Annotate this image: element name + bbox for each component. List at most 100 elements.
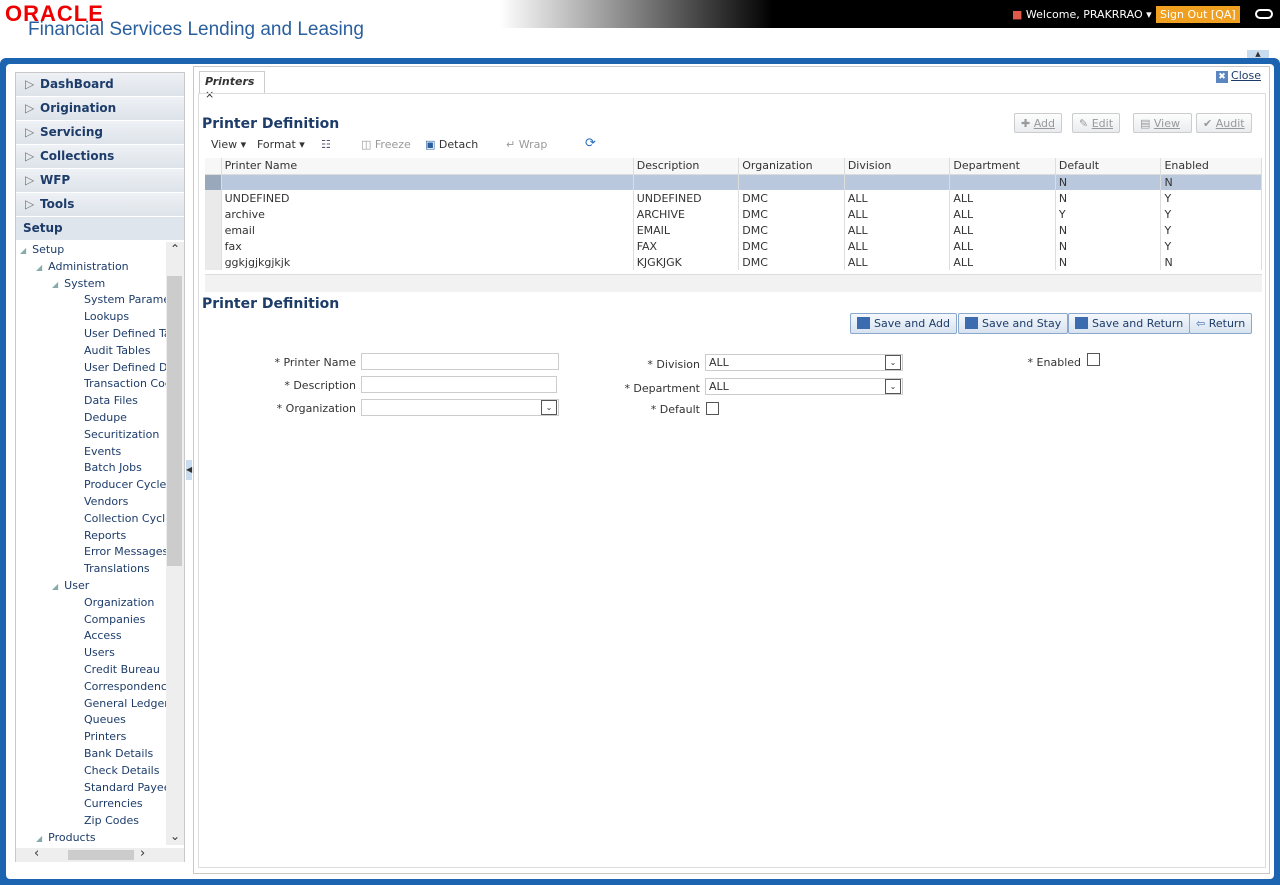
row-header[interactable]	[205, 190, 222, 206]
sidebar-section-setup[interactable]: Setup	[16, 217, 184, 241]
tree-item[interactable]: Bank Details	[16, 746, 166, 763]
column-header[interactable]: Division	[844, 158, 951, 175]
sidebar-section-origination[interactable]: ▷ Origination	[16, 97, 184, 121]
save-and-return-button[interactable]: Save and Return	[1068, 313, 1191, 334]
expanded-triangle-icon: ◢	[52, 279, 59, 289]
save-and-stay-button[interactable]: Save and Stay	[958, 313, 1069, 334]
row-header[interactable]	[205, 254, 222, 270]
sidebar-section-servicing[interactable]: ▷ Servicing	[16, 121, 184, 145]
tree-item[interactable]: General Ledger	[16, 696, 166, 713]
tree-item[interactable]: Credit Bureau	[16, 662, 166, 679]
table-cell: Y	[1055, 206, 1162, 222]
refresh-icon[interactable]: ⟳	[585, 136, 596, 151]
sidebar-section-collections[interactable]: ▷ Collections	[16, 145, 184, 169]
table-cell: DMC	[738, 222, 845, 238]
printer-name-input[interactable]	[361, 353, 559, 370]
tree-item[interactable]: Users	[16, 645, 166, 662]
table-row[interactable]: NN	[205, 174, 1262, 190]
tree-item[interactable]: Lookups	[16, 309, 166, 326]
tree-item[interactable]: Access	[16, 628, 166, 645]
division-select[interactable]: ALL ⌄	[705, 354, 903, 371]
column-header[interactable]: Department	[949, 158, 1056, 175]
tree-item[interactable]: Producer Cycles	[16, 477, 166, 494]
tree-item[interactable]: Events	[16, 444, 166, 461]
tree-item[interactable]: ◢ Setup	[16, 242, 166, 259]
tree-item[interactable]: User Defined Tables	[16, 326, 166, 343]
tree-item[interactable]: Data Files	[16, 393, 166, 410]
tree-item[interactable]: Companies	[16, 612, 166, 629]
view-menu[interactable]: View ▾	[211, 138, 246, 151]
query-by-example-icon[interactable]: ☷	[321, 138, 331, 151]
sidebar-section-dashboard[interactable]: ▷ DashBoard	[16, 73, 184, 97]
enabled-label: * Enabled	[1027, 356, 1081, 369]
audit-button[interactable]: ✔ Audit	[1196, 113, 1252, 133]
tree-item[interactable]: Transaction Codes	[16, 376, 166, 393]
table-row[interactable]: fax FAX DMC ALL ALL N Y	[205, 238, 1262, 254]
tree-item[interactable]: Reports	[16, 528, 166, 545]
tree-item[interactable]: Correspondence	[16, 679, 166, 696]
tree-item[interactable]: Currencies	[16, 796, 166, 813]
sidebar-section-wfp[interactable]: ▷ WFP	[16, 169, 184, 193]
tree-item[interactable]: User Defined Default	[16, 360, 166, 377]
collapse-sidebar-button[interactable]: ◀	[186, 460, 192, 480]
column-header[interactable]: Organization	[738, 158, 845, 175]
tree-item[interactable]: ◢ Products	[16, 830, 166, 845]
tree-item[interactable]: Audit Tables	[16, 343, 166, 360]
tree-item[interactable]: System Parameters	[16, 292, 166, 309]
tree-item[interactable]: Check Details	[16, 763, 166, 780]
collapse-header-button[interactable]: ▲	[1247, 50, 1269, 58]
save-and-add-button[interactable]: Save and Add	[850, 313, 957, 334]
tree-item[interactable]: ◢ System	[16, 276, 166, 293]
close-button[interactable]: ✖ Close	[1216, 69, 1261, 83]
freeze-button[interactable]: ◫ Freeze	[361, 138, 411, 151]
add-button[interactable]: ✚ Add	[1014, 113, 1063, 133]
tree-item[interactable]: Translations	[16, 561, 166, 578]
organization-select[interactable]: ⌄	[361, 399, 559, 416]
tree-item[interactable]: Securitization	[16, 427, 166, 444]
sidebar-section-tools[interactable]: ▷ Tools	[16, 193, 184, 217]
row-header[interactable]	[205, 238, 222, 254]
tree-item[interactable]: ◢ Administration	[16, 259, 166, 276]
user-menu[interactable]: ■ Welcome, PRAKRRAO ▾	[1012, 8, 1152, 21]
tree-item[interactable]: Standard Payees	[16, 780, 166, 797]
table-row[interactable]: archive ARCHIVE DMC ALL ALL Y Y	[205, 206, 1262, 222]
tree-item[interactable]: Queues	[16, 712, 166, 729]
row-header[interactable]	[205, 174, 222, 190]
row-header[interactable]	[205, 222, 222, 238]
table-row[interactable]: ggkjgjkgjkjk KJGKJGK DMC ALL ALL N N	[205, 254, 1262, 270]
wrap-button[interactable]: ↵ Wrap	[506, 138, 547, 151]
tree-item[interactable]: Error Messages	[16, 544, 166, 561]
tree-item-label: Credit Bureau	[84, 662, 160, 676]
tree-item[interactable]: Collection Cycles	[16, 511, 166, 528]
department-select[interactable]: ALL ⌄	[705, 378, 903, 395]
tree-item-label: Setup	[32, 243, 65, 256]
tree-horizontal-scrollbar[interactable]: ‹ ›	[16, 846, 184, 862]
tree-item[interactable]: Printers	[16, 729, 166, 746]
format-menu[interactable]: Format ▾	[257, 138, 305, 151]
view-button[interactable]: ▤ View	[1133, 113, 1192, 133]
tree-vertical-scrollbar[interactable]: ⌃ ⌄	[166, 242, 184, 845]
description-input[interactable]	[361, 376, 557, 393]
edit-button[interactable]: ✎ Edit	[1072, 113, 1121, 133]
table-row[interactable]: email EMAIL DMC ALL ALL N Y	[205, 222, 1262, 238]
tree-item[interactable]: Vendors	[16, 494, 166, 511]
save-icon	[965, 317, 978, 329]
tree-item[interactable]: Dedupe	[16, 410, 166, 427]
column-header[interactable]: Enabled	[1160, 158, 1262, 175]
default-checkbox[interactable]	[706, 402, 719, 415]
column-header[interactable]: Printer Name	[221, 158, 634, 175]
return-button[interactable]: ⇦ Return	[1189, 313, 1253, 334]
tab-printers[interactable]: Printers ×	[199, 71, 265, 101]
tree-item[interactable]: Zip Codes	[16, 813, 166, 830]
table-row[interactable]: UNDEFINED UNDEFINED DMC ALL ALL N Y	[205, 190, 1262, 206]
setup-tree: ◢ Setup ◢ Administration ◢ System System Param…	[16, 242, 166, 845]
column-header[interactable]: Default	[1055, 158, 1162, 175]
tree-item[interactable]: ◢ User	[16, 578, 166, 595]
enabled-checkbox[interactable]	[1087, 353, 1100, 366]
detach-button[interactable]: ▣ Detach	[425, 138, 478, 151]
tree-item[interactable]: Organization	[16, 595, 166, 612]
column-header[interactable]: Description	[633, 158, 740, 175]
row-header[interactable]	[205, 206, 222, 222]
sign-out-button[interactable]: Sign Out [QA]	[1156, 6, 1240, 23]
tree-item[interactable]: Batch Jobs	[16, 460, 166, 477]
